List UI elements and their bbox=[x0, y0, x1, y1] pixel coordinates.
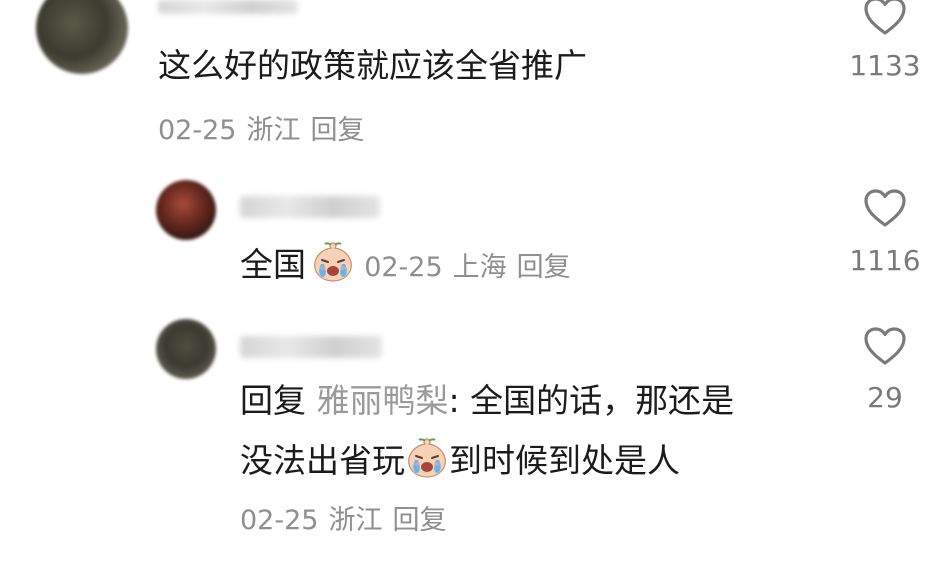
reply-button[interactable]: 回复 bbox=[517, 252, 571, 283]
avatar[interactable] bbox=[156, 319, 216, 379]
avatar[interactable] bbox=[156, 180, 216, 240]
comment-meta: 02-25 上海 回复 bbox=[364, 252, 580, 283]
heart-outline-icon[interactable] bbox=[863, 326, 907, 366]
like-count: 29 bbox=[867, 381, 903, 414]
comment-location: 浙江 bbox=[246, 115, 301, 146]
comment-meta: 02-25 浙江 回复 bbox=[240, 498, 456, 537]
reply-button[interactable]: 回复 bbox=[392, 505, 446, 536]
comment-location: 上海 bbox=[452, 252, 507, 283]
comment-date: 02-25 bbox=[240, 505, 319, 536]
username-blurred[interactable] bbox=[240, 336, 382, 358]
username-blurred[interactable] bbox=[240, 196, 380, 218]
like-count: 1133 bbox=[849, 49, 921, 82]
comment-text: : 全国的话，那还是 bbox=[448, 381, 735, 420]
reply-button[interactable]: 回复 bbox=[310, 115, 364, 146]
comment-text-line-2: 没法出省玩 到时候到处是人 bbox=[240, 436, 680, 481]
comment-date: 02-25 bbox=[158, 115, 237, 146]
reply-prefix: 回复 bbox=[240, 381, 306, 420]
mention-link[interactable]: 雅丽鸭梨 bbox=[317, 381, 449, 420]
comment-text-line-1: 回复 雅丽鸭梨: 全国的话，那还是 bbox=[240, 381, 734, 421]
crying-emoji-icon bbox=[405, 436, 449, 480]
comment-text: 全国 bbox=[240, 245, 306, 284]
comment-location: 浙江 bbox=[328, 505, 383, 536]
crying-emoji-icon bbox=[311, 240, 355, 284]
comment-text: 到时候到处是人 bbox=[449, 441, 680, 480]
like-count: 1116 bbox=[849, 244, 921, 277]
comment-date: 02-25 bbox=[364, 252, 443, 283]
avatar[interactable] bbox=[36, 0, 128, 74]
username-blurred[interactable] bbox=[158, 0, 298, 14]
comment-text: 没法出省玩 bbox=[240, 441, 405, 480]
heart-outline-icon[interactable] bbox=[863, 188, 907, 228]
comment-meta: 02-25 浙江 回复 bbox=[158, 108, 374, 147]
heart-outline-icon[interactable] bbox=[863, 0, 907, 36]
comment-text: 这么好的政策就应该全省推广 bbox=[158, 46, 587, 85]
comment-body: 全国 02-25 上海 回复 bbox=[240, 240, 581, 285]
